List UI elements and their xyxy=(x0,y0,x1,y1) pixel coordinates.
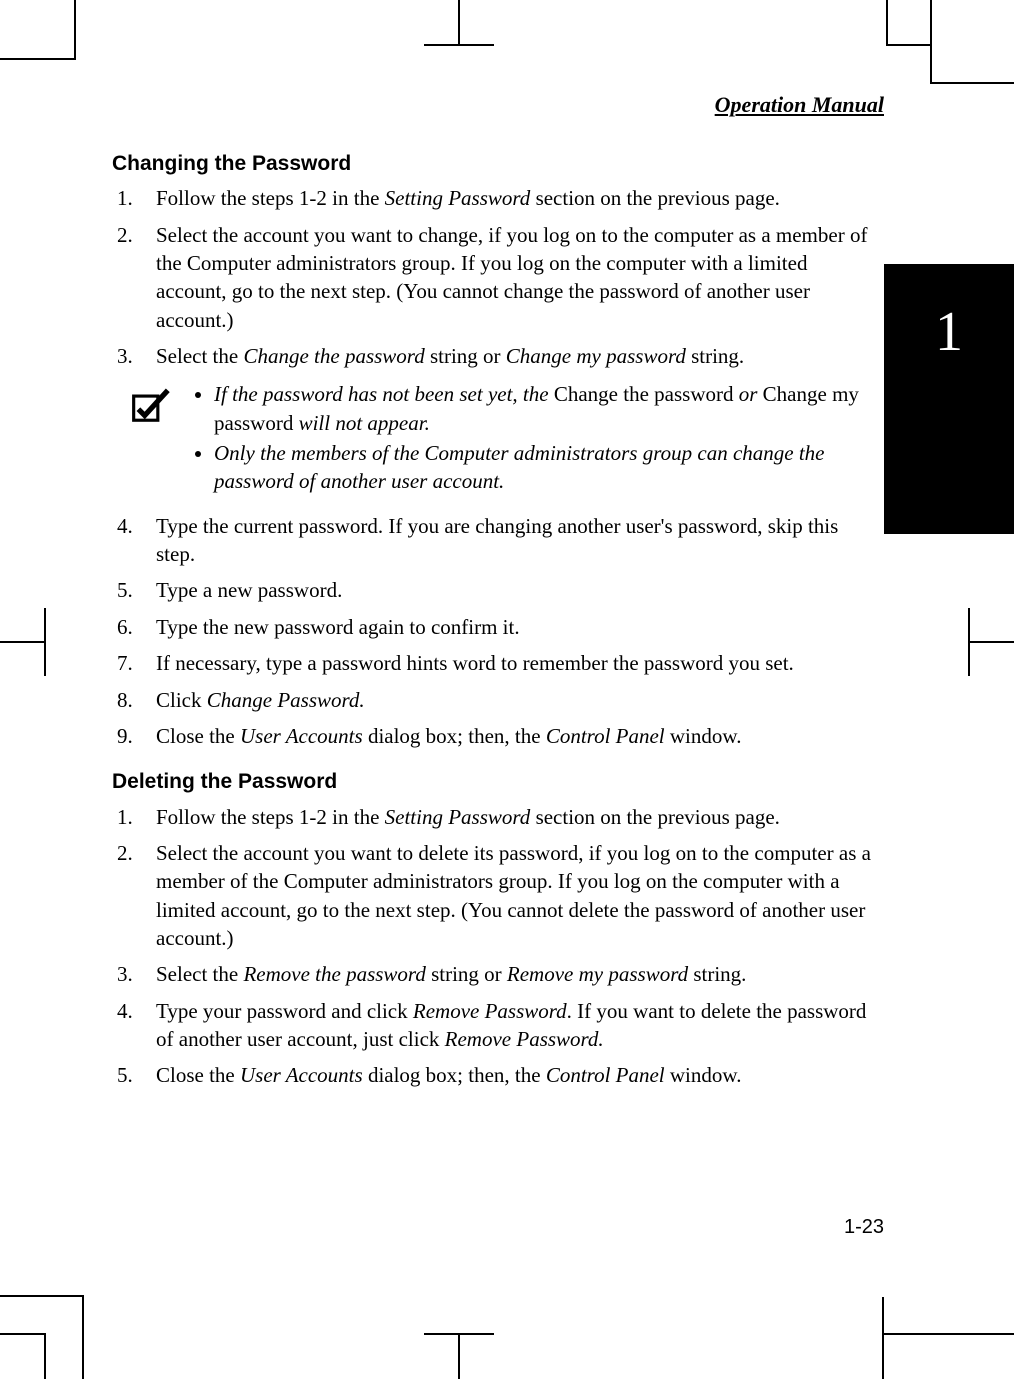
text: string or xyxy=(425,344,506,368)
crop-mark xyxy=(882,1297,884,1379)
crop-mark xyxy=(0,641,46,643)
note-callout: If the password has not been set yet, th… xyxy=(130,380,872,497)
page-number: 1-23 xyxy=(844,1216,884,1239)
text: string. xyxy=(686,344,744,368)
text-italic: Change my password xyxy=(506,344,686,368)
text-italic: Remove Password xyxy=(413,999,567,1023)
section-title-deleting: Deleting the Password xyxy=(112,768,872,796)
steps-list-changing: Follow the steps 1-2 in the Setting Pass… xyxy=(112,184,872,370)
list-item: Close the User Accounts dialog box; then… xyxy=(138,1061,872,1089)
crop-mark xyxy=(886,0,932,46)
text-italic: or xyxy=(733,382,762,406)
text: dialog box; then, the xyxy=(363,1063,546,1087)
crop-mark xyxy=(74,0,76,58)
text: Follow the steps 1-2 in the xyxy=(156,186,385,210)
text: Close the xyxy=(156,1063,240,1087)
text-italic: User Accounts xyxy=(240,724,363,748)
text-italic: If the password has not been set yet, th… xyxy=(214,382,554,406)
text-italic: Remove the password xyxy=(243,962,425,986)
text: window. xyxy=(665,724,742,748)
list-item: Select the account you want to delete it… xyxy=(138,839,872,952)
list-item: Only the members of the Computer adminis… xyxy=(214,439,872,496)
text: Click xyxy=(156,688,207,712)
text: string or xyxy=(426,962,507,986)
text: Select the xyxy=(156,344,243,368)
text-italic: Control Panel xyxy=(546,1063,665,1087)
list-item: Type a new password. xyxy=(138,576,872,604)
list-item: Type the new password again to confirm i… xyxy=(138,613,872,641)
running-header: Operation Manual xyxy=(715,92,884,118)
list-item: Type the current password. If you are ch… xyxy=(138,512,872,569)
crop-mark xyxy=(0,58,76,60)
crop-mark xyxy=(968,641,1014,643)
text-italic: Remove Password. xyxy=(445,1027,604,1051)
text-italic: Remove my password xyxy=(507,962,688,986)
crop-mark xyxy=(458,1335,460,1379)
list-item: If necessary, type a password hints word… xyxy=(138,649,872,677)
steps-list-changing-cont: Type the current password. If you are ch… xyxy=(112,512,872,750)
section-title-changing: Changing the Password xyxy=(112,150,872,178)
list-item: Select the Change the password string or… xyxy=(138,342,872,370)
crop-mark xyxy=(458,0,460,44)
text: Change the password xyxy=(554,382,734,406)
steps-list-deleting: Follow the steps 1-2 in the Setting Pass… xyxy=(112,803,872,1090)
text-italic: Change Password. xyxy=(207,688,365,712)
crop-mark xyxy=(424,1333,494,1335)
text-italic: User Accounts xyxy=(240,1063,363,1087)
text: Select the xyxy=(156,962,243,986)
text: Follow the steps 1-2 in the xyxy=(156,805,385,829)
checkmark-note-icon xyxy=(130,384,172,426)
list-item: Select the Remove the password string or… xyxy=(138,960,872,988)
crop-mark xyxy=(930,0,1014,84)
text: string. xyxy=(688,962,746,986)
text-italic: Change the password xyxy=(243,344,424,368)
crop-mark xyxy=(884,1333,1014,1379)
text-italic: Control Panel xyxy=(546,724,665,748)
note-list: If the password has not been set yet, th… xyxy=(194,380,872,497)
page-content: Changing the Password Follow the steps 1… xyxy=(112,140,872,1100)
text: window. xyxy=(665,1063,742,1087)
list-item: Click Change Password. xyxy=(138,686,872,714)
list-item: Select the account you want to change, i… xyxy=(138,221,872,334)
text-italic: Setting Password xyxy=(385,186,531,210)
text: section on the previous page. xyxy=(530,186,780,210)
chapter-tab: 1 xyxy=(884,264,1014,534)
list-item: Follow the steps 1-2 in the Setting Pass… xyxy=(138,184,872,212)
list-item: Type your password and click Remove Pass… xyxy=(138,997,872,1054)
list-item: Follow the steps 1-2 in the Setting Pass… xyxy=(138,803,872,831)
text-italic: Setting Password xyxy=(385,805,531,829)
list-item: Close the User Accounts dialog box; then… xyxy=(138,722,872,750)
crop-mark xyxy=(0,1333,46,1379)
text: section on the previous page. xyxy=(530,805,780,829)
text: dialog box; then, the xyxy=(363,724,546,748)
crop-mark xyxy=(424,44,494,46)
text: Type your password and click xyxy=(156,999,413,1023)
text: Close the xyxy=(156,724,240,748)
text-italic: will not appear. xyxy=(293,411,430,435)
list-item: If the password has not been set yet, th… xyxy=(214,380,872,437)
